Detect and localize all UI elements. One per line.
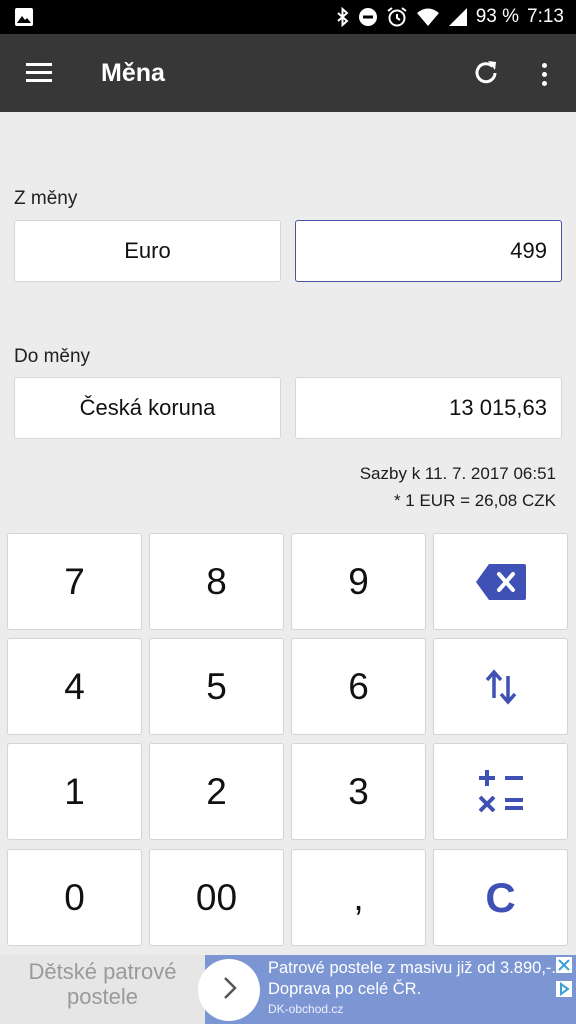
wifi-icon <box>416 7 440 27</box>
calculator-button[interactable] <box>433 743 568 840</box>
menu-icon[interactable] <box>22 57 56 89</box>
to-currency-name: Česká koruna <box>79 395 216 420</box>
key-4[interactable]: 4 <box>7 638 142 735</box>
from-amount-value: 499 <box>510 238 547 263</box>
ad-close-icon[interactable] <box>556 957 572 973</box>
ad-banner[interactable]: Dětské patrové postele Patrové postele z… <box>0 955 576 1024</box>
key-9[interactable]: 9 <box>291 533 426 630</box>
from-currency-name: Euro <box>124 238 171 263</box>
status-bar: 93 % 7:13 <box>0 0 576 34</box>
cell-signal-icon <box>448 7 468 27</box>
swap-currencies-button[interactable] <box>433 638 568 735</box>
backspace-button[interactable] <box>433 533 568 630</box>
key-5[interactable]: 5 <box>149 638 284 735</box>
from-label: Z měny <box>14 188 78 209</box>
backspace-icon <box>475 563 527 601</box>
alarm-icon <box>386 6 408 28</box>
battery-percentage: 93 % <box>475 6 520 27</box>
ad-text: Patrové postele z masivu již od 3.890,-.… <box>268 959 556 999</box>
key-3[interactable]: 3 <box>291 743 426 840</box>
image-notification-icon <box>14 7 34 32</box>
chevron-right-icon <box>219 975 239 1006</box>
to-amount-value: 13 015,63 <box>449 395 547 420</box>
refresh-icon[interactable] <box>468 56 504 92</box>
app-bar: Měna <box>0 34 576 112</box>
rates-date: Sazby k 11. 7. 2017 06:51 <box>359 464 556 483</box>
to-amount-field[interactable]: 13 015,63 <box>295 377 562 439</box>
key-6[interactable]: 6 <box>291 638 426 735</box>
swap-arrows-icon <box>485 668 517 706</box>
key-decimal-comma[interactable]: , <box>291 849 426 946</box>
clock: 7:13 <box>527 6 564 27</box>
ad-choices-icon[interactable] <box>556 981 572 997</box>
to-label: Do měny <box>14 346 91 367</box>
key-2[interactable]: 2 <box>149 743 284 840</box>
ad-domain: DK-obchod.cz <box>268 1002 344 1016</box>
calculator-icon <box>477 769 525 814</box>
key-1[interactable]: 1 <box>7 743 142 840</box>
exchange-rate: * 1 EUR = 26,08 CZK <box>393 491 556 510</box>
ad-left-text: Dětské patrové postele <box>0 955 205 1024</box>
do-not-disturb-icon <box>358 7 378 27</box>
clear-label: C <box>485 873 516 921</box>
from-currency-selector[interactable]: Euro <box>14 220 281 282</box>
more-options-icon[interactable] <box>530 56 558 92</box>
page-title: Měna <box>101 59 165 87</box>
clear-button[interactable]: C <box>433 849 568 946</box>
bluetooth-icon <box>336 7 350 27</box>
key-7[interactable]: 7 <box>7 533 142 630</box>
to-currency-selector[interactable]: Česká koruna <box>14 377 281 439</box>
ad-open-button[interactable] <box>198 959 260 1021</box>
key-0[interactable]: 0 <box>7 849 142 946</box>
from-amount-field[interactable]: 499 <box>295 220 562 282</box>
key-00[interactable]: 00 <box>149 849 284 946</box>
key-8[interactable]: 8 <box>149 533 284 630</box>
